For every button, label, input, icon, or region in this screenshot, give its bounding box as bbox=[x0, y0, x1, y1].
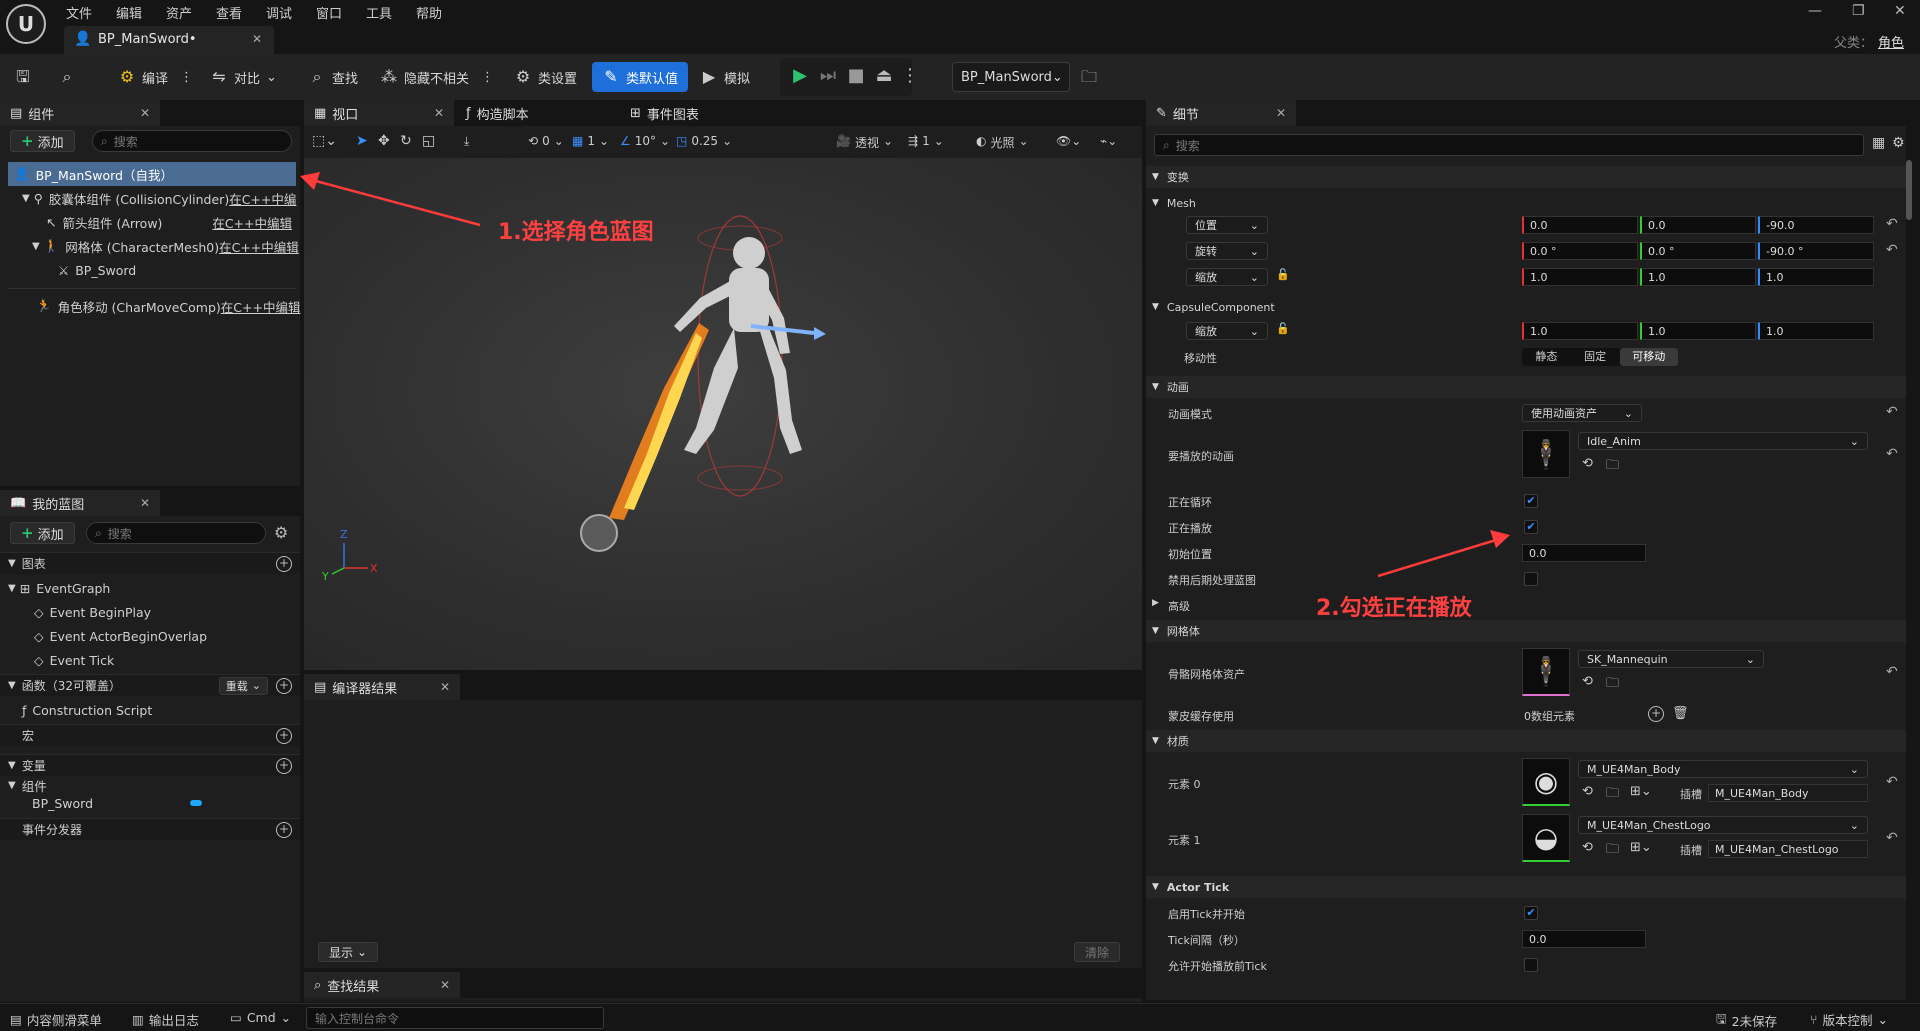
content-drawer-label: 内容侧滑菜单 bbox=[26, 1013, 102, 1028]
annotation-step-2: 2.勾选正在播放 bbox=[1316, 596, 1472, 621]
cmd-label: Cmd bbox=[246, 1010, 276, 1025]
unsaved-icon: 🖫 bbox=[1716, 1011, 1727, 1026]
annotation-arrows bbox=[300, 172, 1510, 578]
console-command-input[interactable]: 输入控制台命令 bbox=[306, 1007, 604, 1029]
annotation-step-1: 1.选择角色蓝图 bbox=[498, 220, 654, 245]
unsaved-label: 2未保存 bbox=[1731, 1014, 1778, 1029]
terminal-icon: ▭ bbox=[230, 1010, 242, 1025]
content-drawer-button[interactable]: ▤ 内容侧滑菜单 bbox=[10, 1010, 102, 1029]
content-drawer-icon: ▤ bbox=[10, 1012, 22, 1027]
output-log-label: 输出日志 bbox=[148, 1013, 199, 1028]
cmd-dropdown[interactable]: ▭ Cmd ⌄ bbox=[230, 1010, 291, 1025]
output-log-button[interactable]: ▥ 输出日志 bbox=[132, 1010, 199, 1029]
console-placeholder: 输入控制台命令 bbox=[315, 1011, 400, 1026]
source-control-label: 版本控制 bbox=[1822, 1013, 1873, 1028]
unreal-logo-icon[interactable]: U bbox=[6, 4, 46, 44]
unsaved-button[interactable]: 🖫 2未保存 bbox=[1716, 1010, 1777, 1031]
chevron-down-icon: ⌄ bbox=[1877, 1012, 1889, 1027]
source-control-button[interactable]: ⑂ 版本控制 ⌄ bbox=[1810, 1010, 1888, 1029]
chevron-down-icon: ⌄ bbox=[280, 1010, 292, 1025]
source-control-icon: ⑂ bbox=[1810, 1012, 1818, 1027]
log-icon: ▥ bbox=[132, 1012, 144, 1027]
